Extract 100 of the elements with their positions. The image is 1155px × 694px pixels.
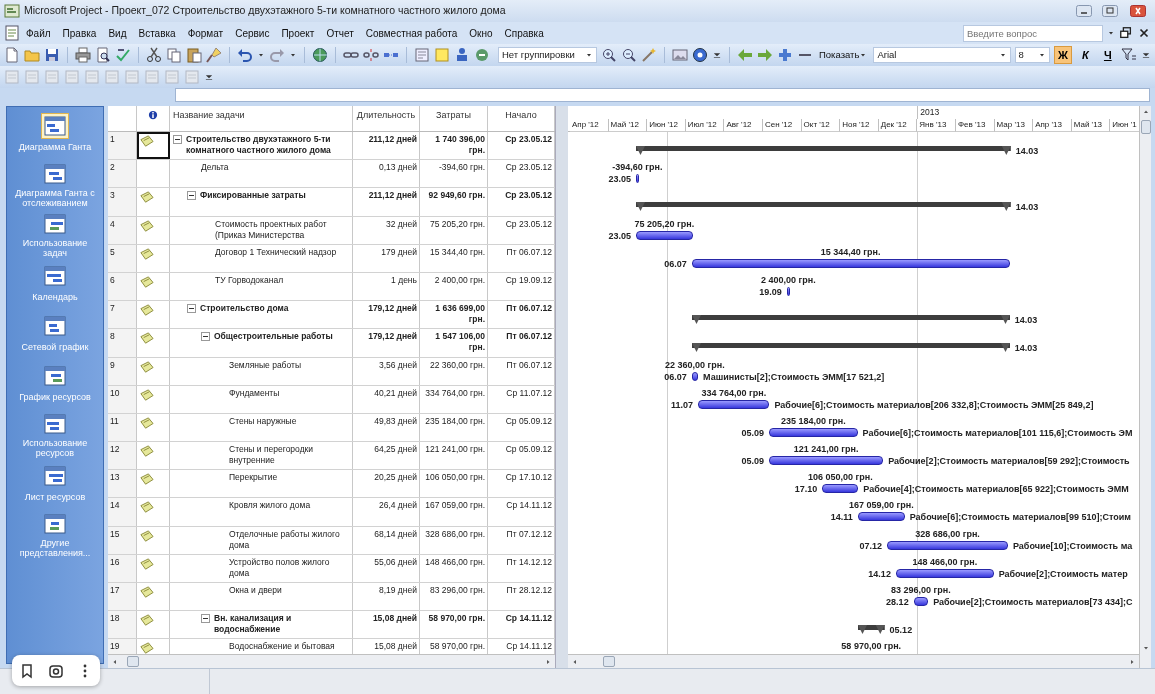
indicator-cell[interactable] [137, 526, 170, 554]
grouping-dropdown[interactable]: Нет группировки [498, 47, 597, 63]
scissors-icon[interactable] [146, 47, 162, 63]
scrollbar-thumb[interactable] [603, 656, 615, 667]
collapse-toggle[interactable] [173, 135, 182, 144]
restore-icon[interactable] [1099, 3, 1121, 19]
entry-field[interactable] [175, 88, 1150, 102]
save-icon[interactable] [44, 47, 60, 63]
task-bar[interactable] [769, 456, 884, 466]
menu-item[interactable]: Отчет [320, 25, 360, 41]
show-button[interactable]: Показать [817, 47, 870, 63]
indicator-cell[interactable] [137, 132, 170, 160]
indicator-cell[interactable] [137, 470, 170, 498]
menu-item[interactable]: Правка [56, 25, 103, 41]
unlink-icon[interactable] [363, 47, 379, 63]
menu-item[interactable]: Сервис [229, 25, 276, 41]
task-bar[interactable] [887, 540, 1008, 550]
start-date-text: Пт 28.12.12 [506, 585, 552, 595]
format-button[interactable]: Ч [1098, 46, 1117, 64]
task-bar[interactable] [691, 258, 1010, 268]
scrollbar-thumb[interactable] [127, 656, 139, 667]
undo-icon[interactable] [237, 47, 253, 63]
summary-bar[interactable] [691, 315, 1010, 326]
print-preview-icon[interactable] [95, 47, 111, 63]
column-header[interactable]: Затраты [436, 110, 471, 120]
minimize-icon[interactable] [1073, 3, 1095, 19]
indicator-cell[interactable] [137, 188, 170, 216]
summary-bar[interactable] [635, 146, 1011, 156]
indicator-cell[interactable] [137, 272, 170, 301]
task-bar[interactable] [635, 230, 693, 240]
start-date-text: Пт 06.07.12 [506, 359, 552, 370]
indicator-cell[interactable] [137, 329, 170, 357]
indicator-cell[interactable] [137, 216, 170, 244]
start-date-label: 06.07 [664, 371, 687, 382]
menu-item[interactable]: Окно [463, 25, 499, 41]
menu-item[interactable]: Формат [181, 25, 230, 41]
indicator-cell[interactable] [137, 498, 170, 526]
menu-item[interactable]: Справка [498, 25, 550, 41]
plus-icon[interactable] [777, 47, 793, 63]
menu-item[interactable]: Вставка [132, 25, 182, 41]
assign-resources-icon[interactable] [454, 47, 470, 63]
summary-bar[interactable] [857, 625, 885, 636]
zoom-in-icon[interactable] [601, 47, 617, 63]
collapse-toggle[interactable] [187, 191, 196, 201]
indicator-cell[interactable] [137, 554, 170, 582]
camera-lens-icon[interactable] [48, 662, 64, 679]
format-button[interactable]: К [1076, 46, 1095, 64]
zoom-out-icon[interactable] [621, 47, 637, 63]
spell-check-icon[interactable] [115, 47, 131, 63]
format-button[interactable]: Ж [1053, 46, 1073, 64]
restore-window-icon[interactable] [1119, 25, 1133, 41]
indicator-cell[interactable] [137, 301, 170, 329]
help-search-field[interactable]: Введите вопрос [963, 24, 1103, 42]
month-label: Мар '13 [996, 120, 1025, 129]
menu-item[interactable]: Проект [275, 25, 321, 41]
help-icon[interactable] [692, 47, 708, 63]
task-bar[interactable] [786, 286, 790, 296]
month-label: Апр '13 [1035, 120, 1062, 129]
globe-icon[interactable] [312, 47, 328, 63]
task-bar[interactable] [895, 568, 994, 578]
indicator-cell[interactable] [137, 244, 170, 272]
indicator-cell[interactable] [137, 583, 170, 611]
brush-icon[interactable] [206, 47, 222, 63]
menu-item[interactable]: Файл [20, 25, 57, 41]
indicator-cell[interactable] [137, 413, 170, 442]
indicator-cell[interactable] [137, 385, 170, 413]
font-dropdown[interactable]: Arial [873, 47, 1011, 63]
filter-icon[interactable] [1121, 47, 1137, 63]
document-icon[interactable] [4, 47, 20, 63]
indicator-cell[interactable] [137, 357, 170, 385]
task-bar[interactable] [635, 174, 639, 184]
task-bar[interactable] [769, 427, 858, 437]
start-date-text: Ср 19.09.12 [505, 274, 552, 285]
summary-bar[interactable] [635, 202, 1011, 213]
document-menu-icon[interactable] [4, 25, 20, 41]
cost-text: 58 970,00 грн. [428, 613, 485, 624]
task-name: Устройство полов жилого дома [229, 556, 331, 580]
menu-item[interactable]: Вид [102, 25, 133, 41]
task-bar[interactable] [857, 512, 905, 522]
task-bar[interactable] [822, 484, 859, 494]
collapse-toggle[interactable] [201, 332, 210, 342]
collapse-toggle[interactable] [187, 304, 196, 314]
column-header[interactable]: Длительность [356, 110, 416, 120]
wand-icon[interactable] [641, 47, 657, 63]
font-size-dropdown[interactable]: 8 [1014, 47, 1050, 63]
summary-bar[interactable] [691, 343, 1010, 354]
column-header[interactable]: Название задачи [173, 110, 245, 120]
task-bar[interactable] [698, 399, 770, 409]
menu-item[interactable]: Совместная работа [359, 25, 464, 41]
collapse-toggle[interactable] [201, 614, 210, 624]
task-bar[interactable] [913, 597, 929, 606]
indicator-cell[interactable] [137, 442, 170, 470]
scrollbar-thumb[interactable] [1140, 120, 1151, 134]
column-header[interactable]: Начало [505, 110, 537, 120]
cost-text: 1 636 699,00 грн. [435, 303, 485, 325]
printer-icon[interactable] [75, 47, 91, 63]
indicator-cell[interactable] [137, 611, 170, 639]
copy-icon[interactable] [166, 47, 182, 63]
task-bar[interactable] [691, 371, 699, 381]
paste-icon[interactable] [186, 47, 202, 63]
